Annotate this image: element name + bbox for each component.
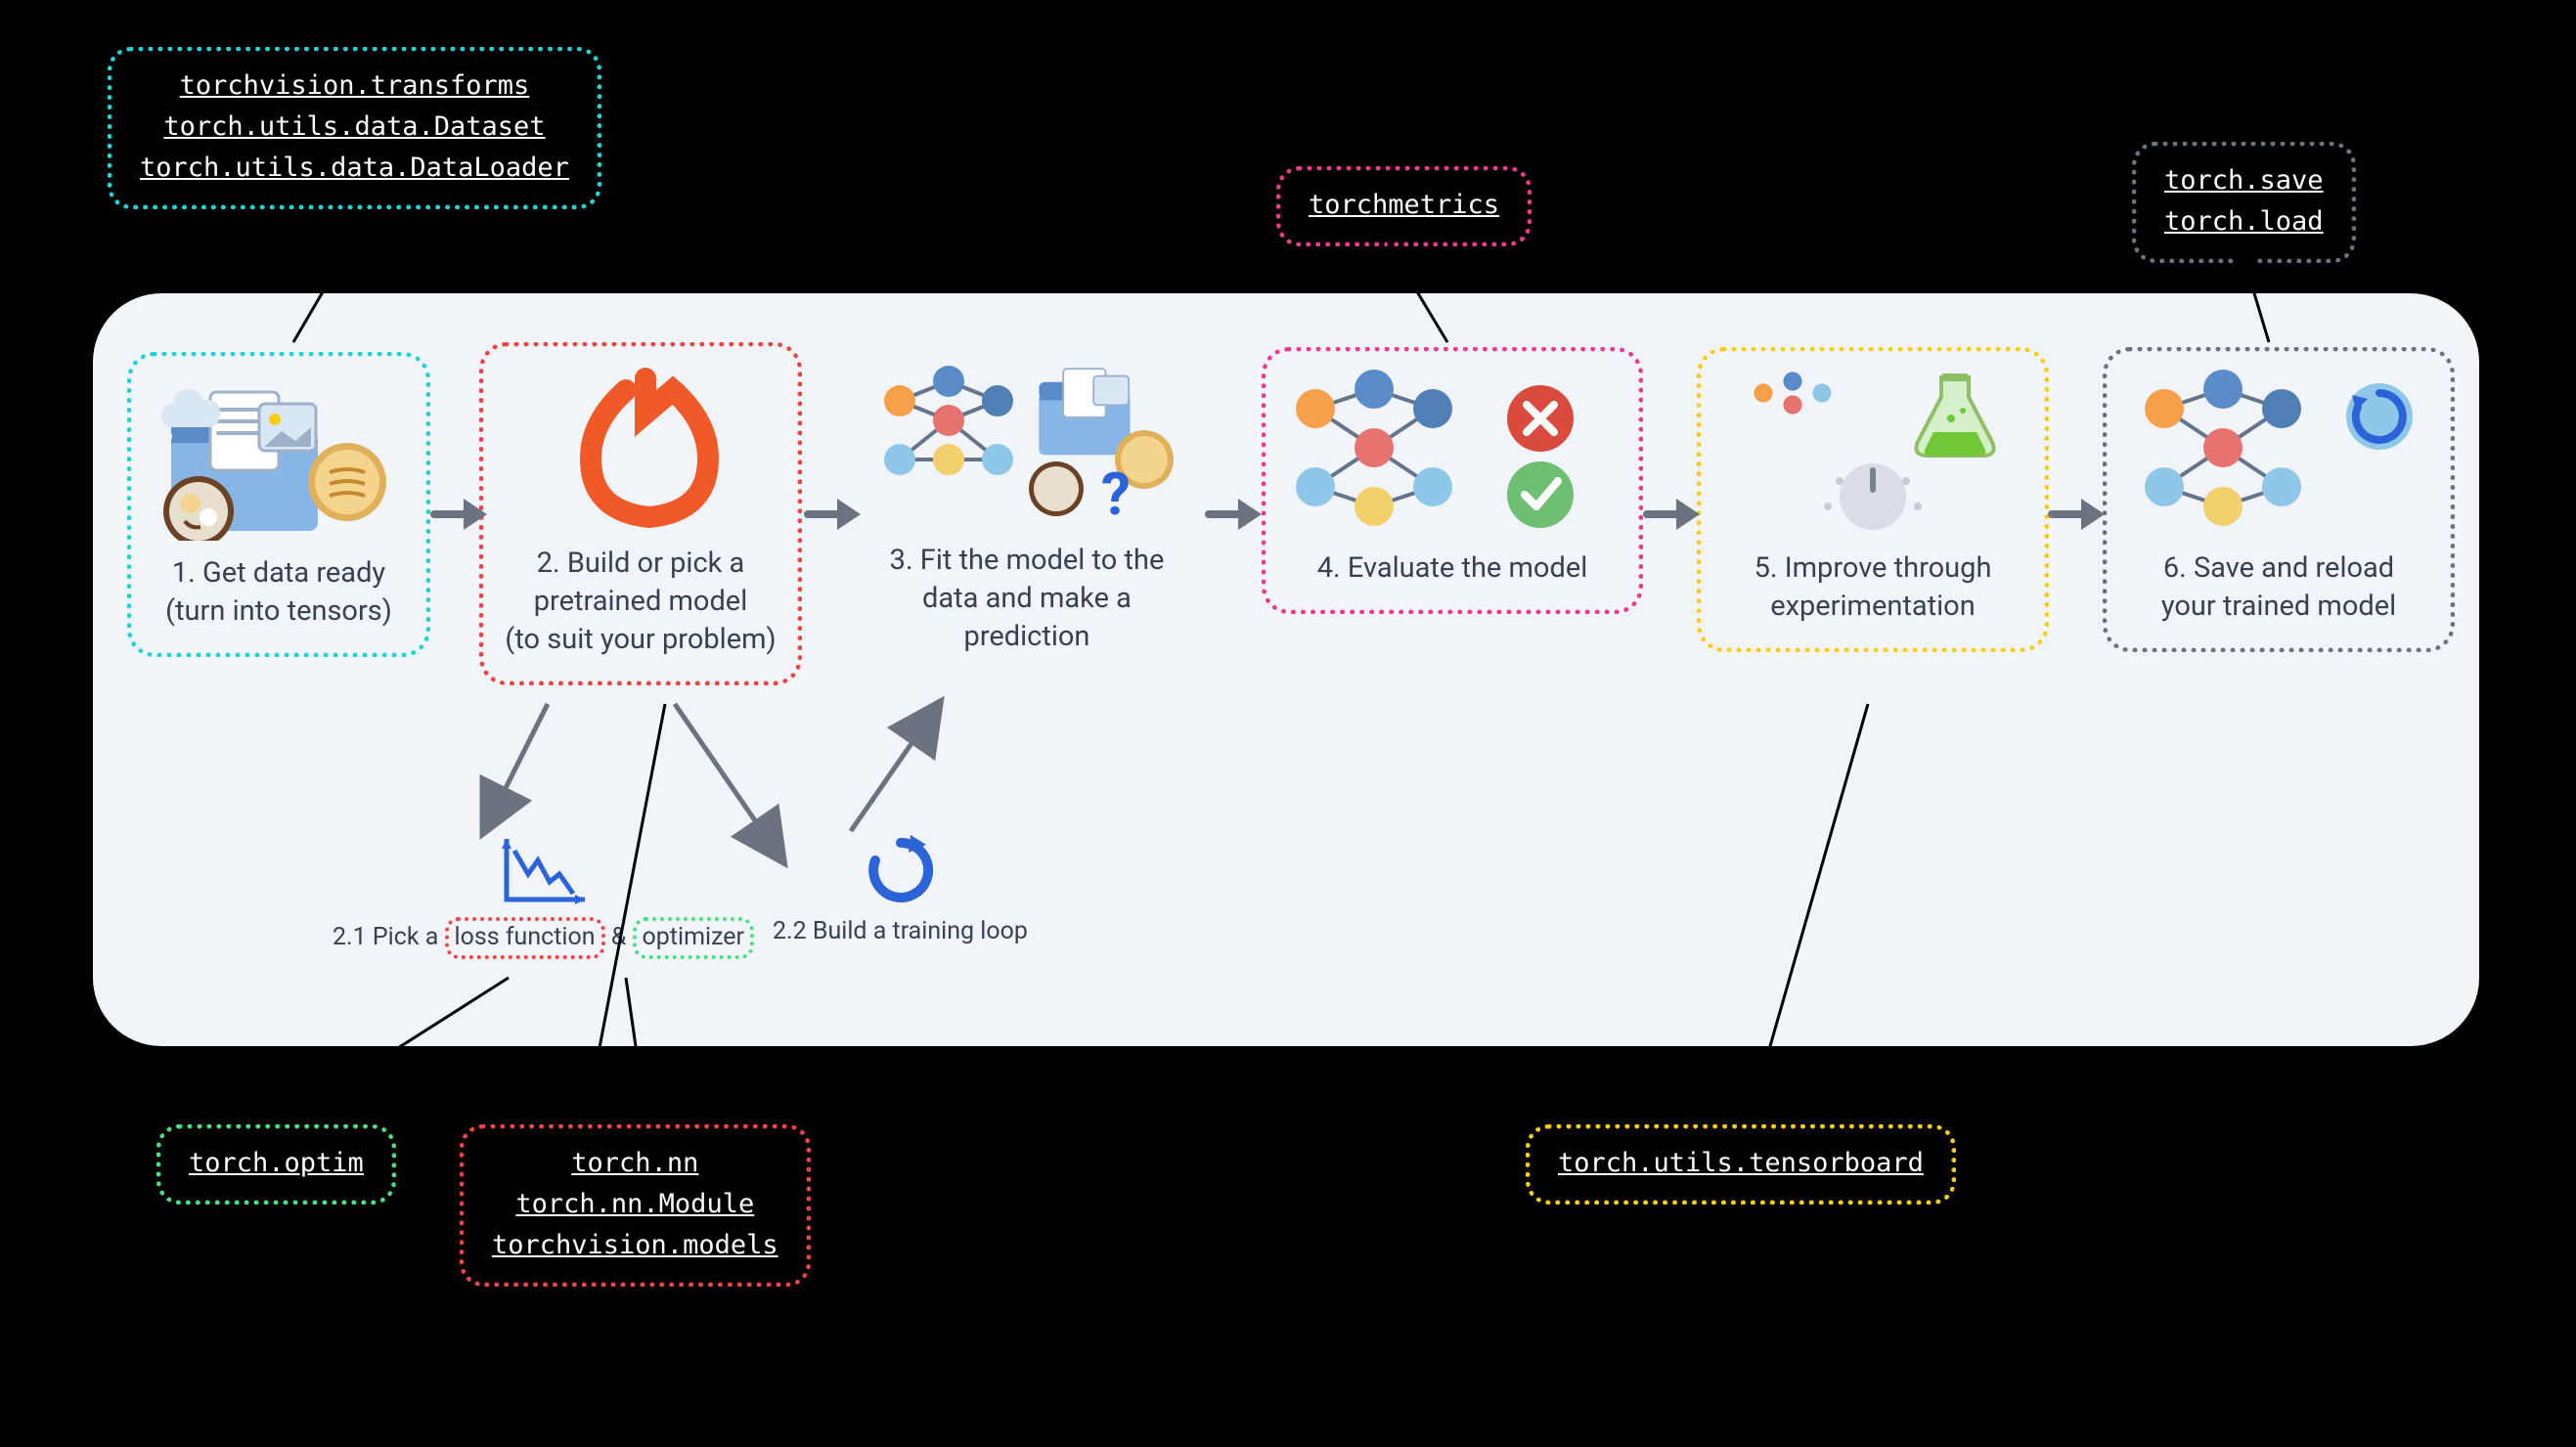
code-label: torch.load bbox=[2164, 201, 2324, 242]
step-3-fit-model: ? 3. Fit the model to thedata and make a… bbox=[851, 362, 1203, 656]
flow-arrow-icon bbox=[2048, 499, 2107, 528]
flow-arrow-icon bbox=[1205, 499, 1264, 528]
evaluate-model-icon bbox=[1286, 370, 1619, 536]
substep-text: & bbox=[605, 923, 633, 951]
step-6-save-reload: 6. Save and reloadyour trained model bbox=[2103, 347, 2455, 652]
step-5-improve: 5. Improve throughexperimentation bbox=[1697, 347, 2049, 652]
step-1-get-data: 1. Get data ready(turn into tensors) bbox=[127, 352, 430, 657]
code-label: torchmetrics bbox=[1309, 185, 1499, 226]
fit-model-icon: ? bbox=[870, 362, 1183, 528]
code-label: torchvision.transforms bbox=[140, 66, 569, 107]
code-label: torchvision.models bbox=[492, 1225, 778, 1266]
code-label: torch.optim bbox=[189, 1143, 364, 1184]
label-box-saveload: torch.save torch.load bbox=[2132, 142, 2356, 263]
substep-2-1-loss-opt: 2.1 Pick a loss function & optimizer bbox=[333, 831, 754, 959]
substep-text: 2.1 Pick a bbox=[333, 923, 445, 951]
loss-chart-icon bbox=[495, 831, 593, 909]
code-label: torch.utils.data.DataLoader bbox=[140, 148, 569, 189]
loss-function-pill: loss function bbox=[445, 917, 605, 959]
experimentation-icon bbox=[1726, 370, 2020, 536]
substep-2-2-training-loop: 2.2 Build a training loop bbox=[773, 831, 1028, 945]
svg-text:?: ? bbox=[1101, 460, 1131, 528]
label-box-optim: torch.optim bbox=[156, 1124, 396, 1205]
step-caption: 2. Build or pick apretrained model(to su… bbox=[502, 545, 779, 659]
step-caption: 1. Get data ready(turn into tensors) bbox=[150, 554, 408, 631]
label-box-metrics: torchmetrics bbox=[1276, 166, 1532, 246]
code-label: torch.nn bbox=[492, 1143, 778, 1184]
step-2-build-model: 2. Build or pick apretrained model(to su… bbox=[479, 342, 802, 685]
pytorch-logo-icon bbox=[557, 365, 724, 531]
substep-text: 2.2 Build a training loop bbox=[773, 917, 1028, 945]
code-label: torch.utils.tensorboard bbox=[1558, 1143, 1924, 1184]
code-label: torch.save bbox=[2164, 160, 2324, 201]
step-4-evaluate: 4. Evaluate the model bbox=[1262, 347, 1643, 614]
loop-icon bbox=[856, 831, 944, 909]
label-box-data: torchvision.transforms torch.utils.data.… bbox=[108, 47, 601, 209]
optimizer-pill: optimizer bbox=[633, 917, 755, 959]
code-label: torch.utils.data.Dataset bbox=[140, 107, 569, 148]
save-reload-icon bbox=[2125, 370, 2438, 536]
code-label: torch.nn.Module bbox=[492, 1184, 778, 1225]
step-caption: 6. Save and reloadyour trained model bbox=[2125, 549, 2432, 626]
label-box-nn: torch.nn torch.nn.Module torchvision.mod… bbox=[460, 1124, 811, 1287]
flow-arrow-icon bbox=[430, 499, 489, 528]
flow-arrow-icon bbox=[804, 499, 863, 528]
step-caption: 5. Improve throughexperimentation bbox=[1719, 549, 2026, 626]
flow-arrow-icon bbox=[1643, 499, 1702, 528]
step-caption: 4. Evaluate the model bbox=[1284, 549, 1621, 588]
step-caption: 3. Fit the model to thedata and make apr… bbox=[851, 542, 1203, 656]
label-box-tensorboard: torch.utils.tensorboard bbox=[1526, 1124, 1956, 1205]
data-folder-icon bbox=[152, 374, 406, 541]
